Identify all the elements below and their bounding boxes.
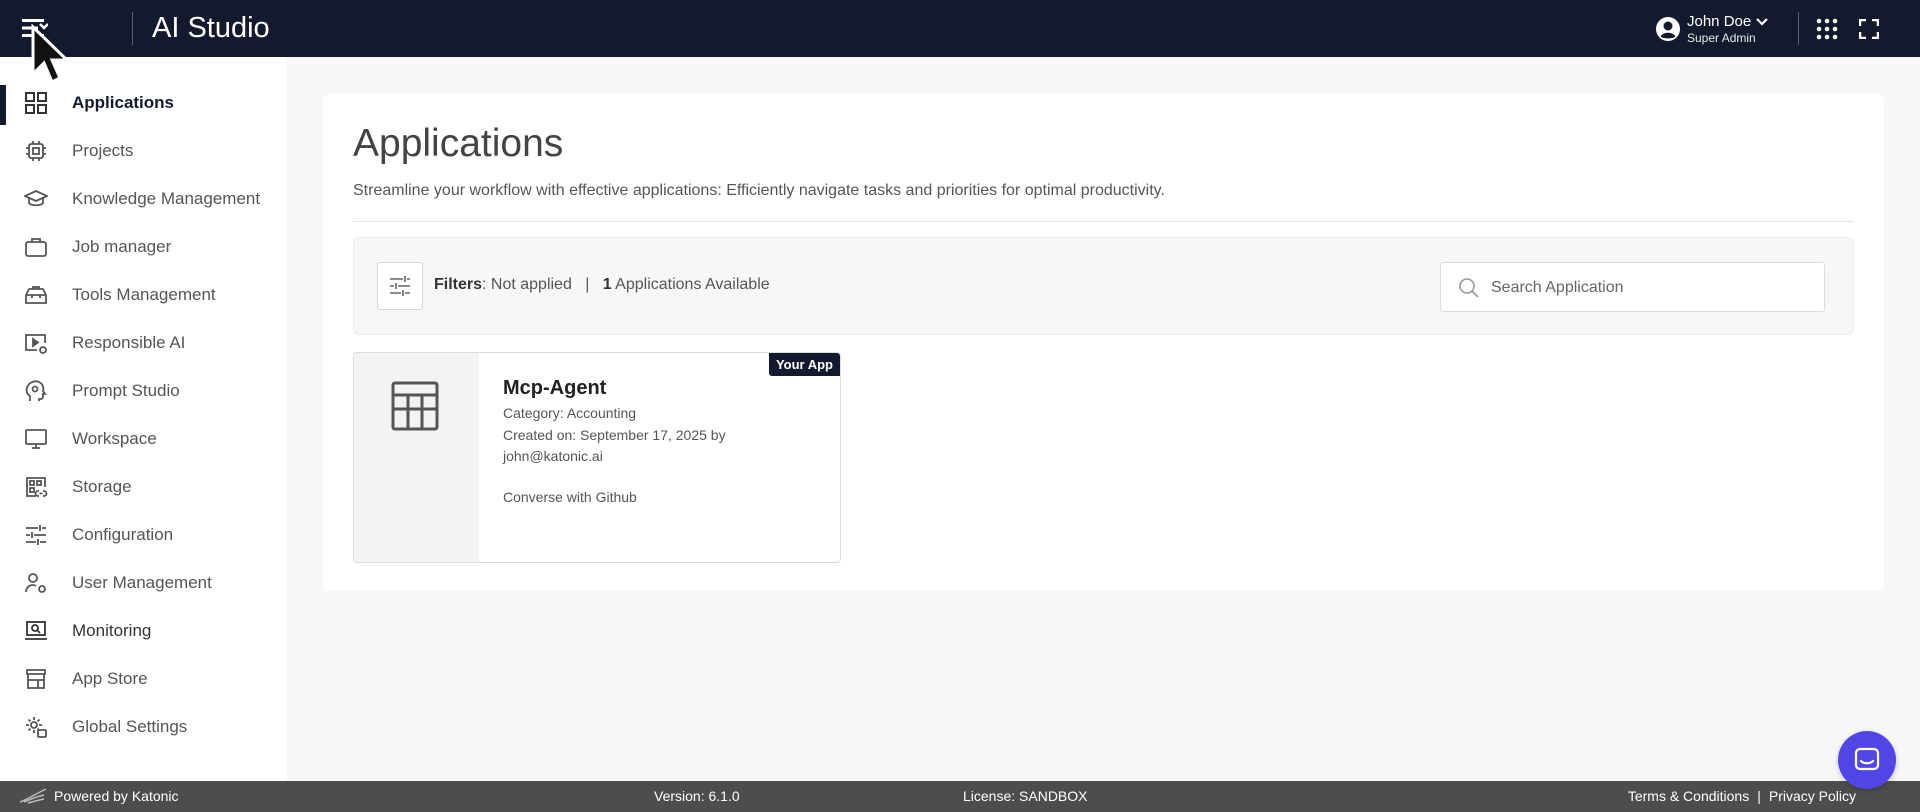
store-icon — [26, 669, 46, 689]
footer-separator: | — [1757, 788, 1761, 804]
available-count: 1 — [602, 276, 612, 293]
privacy-link[interactable]: Privacy Policy — [1769, 788, 1856, 804]
filters-status: : Not applied — [482, 276, 572, 293]
toolbox-icon — [25, 286, 47, 304]
sidebar-item-projects[interactable]: Projects — [0, 127, 287, 175]
app-card[interactable]: Your App Mcp-Agent Category: Accounting … — [353, 352, 841, 563]
sidebar-item-workspace[interactable]: Workspace — [0, 415, 287, 463]
chat-button[interactable] — [1838, 731, 1896, 789]
filter-bar: Filters: Not applied | 1 Applications Av… — [353, 237, 1854, 335]
sidebar-item-label: Monitoring — [72, 621, 152, 640]
sidebar: Applications Projects Knowledge Manageme… — [0, 57, 287, 781]
sidebar-item-label: Responsible AI — [72, 333, 186, 352]
sidebar-item-applications[interactable]: Applications — [0, 79, 287, 127]
sidebar-item-job-manager[interactable]: Job manager — [0, 223, 287, 271]
filters-label: Filters — [434, 276, 483, 293]
sidebar-item-storage[interactable]: Storage — [0, 463, 287, 511]
search-icon — [1459, 278, 1479, 298]
sidebar-item-global-settings[interactable]: Global Settings — [0, 703, 287, 751]
briefcase-icon — [25, 238, 47, 257]
top-bar: AI Studio John Doe Super Admin — [0, 0, 1920, 57]
katonic-logo-icon — [19, 788, 47, 804]
sliders-icon — [390, 276, 410, 296]
sidebar-item-label: App Store — [72, 669, 148, 688]
laptop-search-icon — [25, 621, 47, 640]
search-input[interactable] — [1491, 275, 1811, 301]
page-title: Applications — [353, 122, 564, 165]
sidebar-item-label: Configuration — [72, 525, 174, 544]
fullscreen-icon[interactable] — [1859, 19, 1879, 39]
main-panel: Applications Streamline your workflow wi… — [323, 94, 1884, 591]
user-menu[interactable]: John Doe Super Admin — [1655, 13, 1769, 45]
sidebar-item-label: Projects — [72, 141, 134, 160]
sliders-icon — [26, 525, 46, 545]
sidebar-item-label: Tools Management — [72, 285, 216, 304]
app-created: Created on: September 17, 2025 by john@k… — [503, 427, 726, 464]
sidebar-item-label: User Management — [72, 573, 212, 592]
sidebar-item-configuration[interactable]: Configuration — [0, 511, 287, 559]
sidebar-item-prompt-studio[interactable]: Prompt Studio — [0, 367, 287, 415]
powered-by: Powered by Katonic — [54, 788, 179, 804]
header-divider — [132, 12, 133, 45]
sidebar-item-label: Prompt Studio — [72, 381, 180, 400]
terms-link[interactable]: Terms & Conditions — [1628, 788, 1749, 804]
divider — [353, 221, 1854, 222]
user-name: John Doe — [1687, 13, 1752, 30]
chip-icon — [26, 141, 46, 161]
chat-icon — [1854, 747, 1880, 771]
filter-separator: | — [585, 276, 590, 293]
user-avatar-icon — [1656, 17, 1680, 41]
version: Version: 6.1.0 — [654, 788, 740, 804]
sidebar-item-tools-management[interactable]: Tools Management — [0, 271, 287, 319]
app-card-thumbnail — [354, 353, 479, 562]
table-icon — [391, 381, 439, 431]
sidebar-item-user-management[interactable]: User Management — [0, 559, 287, 607]
your-app-badge: Your App — [768, 353, 840, 376]
sidebar-item-responsible-ai[interactable]: Responsible AI — [0, 319, 287, 367]
sidebar-item-label: Global Settings — [72, 717, 188, 736]
page-description: Streamline your workflow with effective … — [353, 182, 1165, 199]
gear-user-icon — [26, 717, 47, 738]
app-description: Converse with Github — [503, 489, 637, 505]
sidebar-item-label: Applications — [72, 93, 175, 112]
monitor-icon — [25, 429, 47, 449]
app-category: Category: Accounting — [503, 405, 637, 421]
app-name: Mcp-Agent — [503, 377, 607, 399]
license: License: SANDBOX — [963, 788, 1088, 804]
filter-button[interactable] — [377, 262, 423, 310]
storage-link-icon — [26, 477, 48, 497]
apps-grid-icon[interactable] — [1816, 18, 1838, 40]
sidebar-item-app-store[interactable]: App Store — [0, 655, 287, 703]
footer: Powered by Katonic Version: 6.1.0 Licens… — [0, 781, 1920, 812]
grid-icon — [25, 92, 47, 114]
app-title: AI Studio — [152, 12, 270, 44]
sidebar-item-knowledge-management[interactable]: Knowledge Management — [0, 175, 287, 223]
filter-summary: Filters: Not applied | 1 Applications Av… — [434, 276, 770, 294]
sidebar-item-label: Workspace — [72, 429, 157, 448]
sidebar-item-monitoring[interactable]: Monitoring — [0, 607, 287, 655]
footer-links: Terms & Conditions | Privacy Policy — [1628, 788, 1856, 804]
play-settings-icon — [25, 334, 47, 354]
user-role: Super Admin — [1687, 31, 1756, 45]
sidebar-item-label: Job manager — [72, 237, 172, 256]
sidebar-item-label: Knowledge Management — [72, 189, 261, 208]
header-divider-right — [1798, 12, 1799, 45]
sidebar-item-label: Storage — [72, 477, 132, 496]
chevron-down-icon — [1756, 18, 1768, 26]
search-box — [1440, 262, 1825, 312]
graduation-cap-icon — [24, 190, 48, 207]
available-label: Applications Available — [615, 276, 770, 293]
head-gear-icon — [25, 380, 47, 401]
menu-icon[interactable] — [22, 16, 48, 40]
user-settings-icon — [25, 573, 46, 593]
